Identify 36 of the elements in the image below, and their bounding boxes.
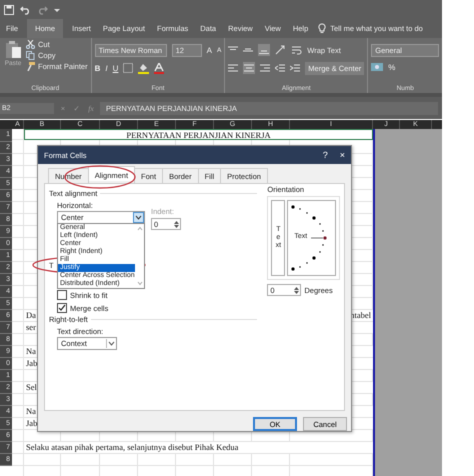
customize-icon[interactable] [54,6,60,12]
scrollbar[interactable] [136,225,144,287]
redo-icon[interactable] [37,4,48,14]
underline-button[interactable]: U [112,64,118,72]
font-color-icon[interactable] [154,62,164,74]
clipboard-icon [4,40,22,60]
percent-button[interactable]: % [388,62,396,72]
copy-icon [26,51,35,60]
checkmark-icon [58,304,66,312]
bold-button[interactable]: B [94,64,100,72]
borders-icon[interactable] [123,63,134,73]
align-left-icon[interactable] [228,64,238,72]
align-bottom-icon[interactable] [258,44,270,56]
dropdown-arrow-icon [106,339,116,348]
save-icon[interactable] [4,4,14,14]
close-button[interactable]: × [340,150,345,160]
undo-icon[interactable] [20,4,31,14]
decrease-indent-icon[interactable] [275,64,286,72]
fill-color-icon[interactable] [138,62,150,74]
scissors-icon [26,40,35,49]
currency-icon[interactable] [371,63,384,71]
align-right-icon[interactable] [260,64,270,72]
italic-button[interactable]: I [105,64,108,72]
table-cell: PERNYATAAN PERJANJIAN KINERJA [24,129,373,140]
wrap-text-icon [292,45,302,55]
orientation-icon[interactable] [275,45,288,55]
align-middle-icon[interactable] [243,46,254,54]
grow-font-button[interactable]: A [206,46,212,54]
paintbrush-icon [26,62,35,71]
increase-indent-icon[interactable] [290,64,300,72]
spinner-arrows-icon [173,220,180,228]
help-button[interactable]: ? [322,150,328,160]
lightbulb-icon [318,23,326,34]
spinner-arrows-icon [293,286,300,294]
table-cell: Selaku atasan pihak pertama, selanjutnya disebut Pihak Kedua [24,442,373,453]
align-center-icon[interactable] [243,62,256,74]
